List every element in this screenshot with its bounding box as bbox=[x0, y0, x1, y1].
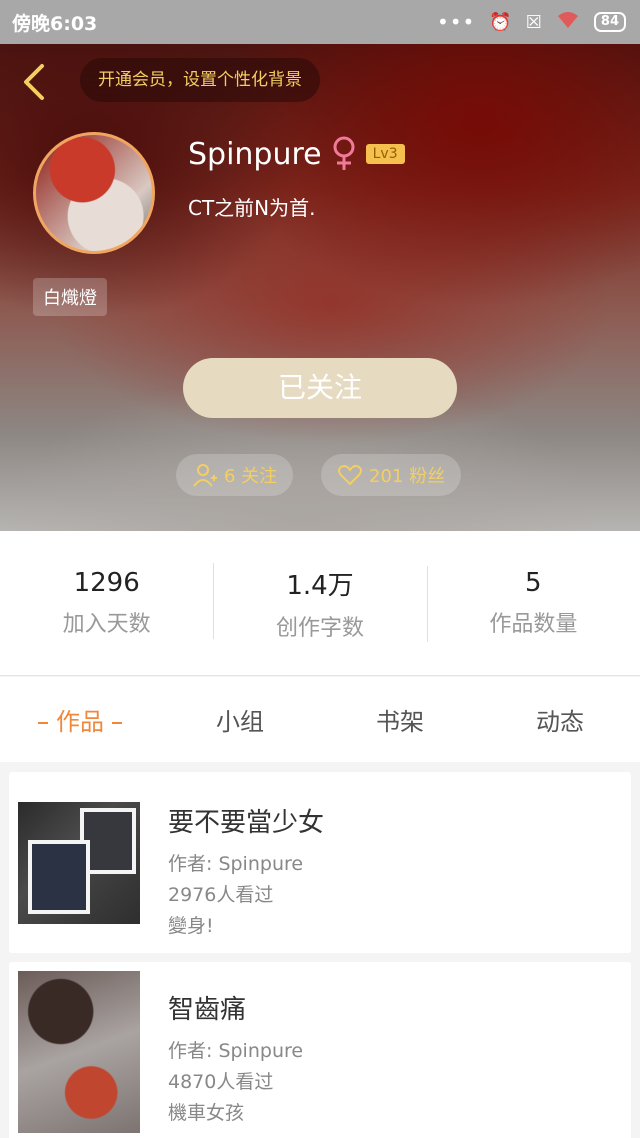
work-views: 4870人看过 bbox=[168, 1071, 274, 1093]
avatar[interactable] bbox=[33, 132, 155, 254]
work-views: 2976人看过 bbox=[168, 884, 274, 906]
tab-label: 作品 bbox=[56, 708, 104, 736]
stat-word-count: 1.4万 创作字数 bbox=[213, 562, 426, 642]
works-list: 要不要當少女 作者: Spinpure 2976人看过 變身! 智齒痛 作者: … bbox=[0, 762, 640, 1138]
fans-label: 201 粉丝 bbox=[369, 466, 446, 487]
following-label: 6 关注 bbox=[224, 466, 278, 487]
user-tag: 白熾燈 bbox=[33, 278, 107, 316]
username-row: Spinpure Lv3 bbox=[188, 136, 405, 172]
username: Spinpure bbox=[188, 136, 322, 172]
following-button[interactable]: 6 关注 bbox=[176, 454, 294, 496]
tab-works[interactable]: 作品 bbox=[0, 702, 160, 737]
female-icon bbox=[333, 136, 355, 170]
work-desc: 變身! bbox=[168, 915, 214, 937]
user-add-icon bbox=[192, 462, 218, 488]
vip-banner[interactable]: 开通会员，设置个性化背景 bbox=[80, 58, 320, 102]
more-dots-icon: ••• bbox=[436, 10, 476, 34]
tab-indicator-left bbox=[38, 722, 48, 724]
status-icons: ••• ⏰ ☒ 84 bbox=[437, 10, 626, 35]
cover-photo bbox=[28, 840, 90, 914]
fans-button[interactable]: 201 粉丝 bbox=[321, 454, 462, 496]
work-desc: 機車女孩 bbox=[168, 1102, 245, 1124]
back-button[interactable] bbox=[18, 62, 54, 102]
level-badge: Lv3 bbox=[365, 144, 405, 164]
tab-groups[interactable]: 小组 bbox=[160, 702, 320, 737]
work-title: 要不要當少女 bbox=[168, 808, 325, 838]
tab-label: 书架 bbox=[376, 708, 424, 736]
work-cover bbox=[18, 971, 140, 1133]
work-cover bbox=[18, 802, 140, 924]
alarm-icon: ⏰ bbox=[489, 11, 512, 33]
stat-label: 创作字数 bbox=[275, 615, 364, 641]
wifi-icon bbox=[556, 10, 580, 35]
tab-bookshelf[interactable]: 书架 bbox=[320, 702, 480, 737]
bio: CT之前N为首. bbox=[188, 196, 316, 220]
profile-header: 开通会员，设置个性化背景 Spinpure Lv3 CT之前N为首. 白熾燈 已… bbox=[0, 44, 640, 531]
tab-label: 小组 bbox=[216, 708, 264, 736]
work-card[interactable]: 智齒痛 作者: Spinpure 4870人看过 機車女孩 bbox=[9, 962, 631, 1138]
stat-works-count: 5 作品数量 bbox=[426, 566, 640, 642]
work-title: 智齒痛 bbox=[168, 995, 247, 1025]
work-info: 智齒痛 作者: Spinpure 4870人看过 機車女孩 bbox=[168, 971, 303, 1129]
work-info: 要不要當少女 作者: Spinpure 2976人看过 變身! bbox=[168, 802, 324, 942]
sim-off-icon: ☒ bbox=[525, 11, 542, 33]
heart-icon bbox=[337, 462, 363, 488]
stat-label: 加入天数 bbox=[62, 612, 151, 637]
stat-label: 作品数量 bbox=[489, 612, 578, 637]
status-bar: 傍晚6:03 ••• ⏰ ☒ 84 bbox=[0, 0, 640, 44]
work-author: 作者: Spinpure bbox=[168, 1040, 304, 1062]
tab-indicator-right bbox=[112, 722, 122, 724]
status-time: 傍晚6:03 bbox=[12, 12, 98, 35]
stat-value: 5 bbox=[525, 568, 542, 598]
stat-value: 1296 bbox=[73, 568, 140, 598]
tab-activity[interactable]: 动态 bbox=[480, 702, 640, 737]
battery-icon: 84 bbox=[593, 12, 626, 32]
stats-row: 1296 加入天数 1.4万 创作字数 5 作品数量 bbox=[0, 531, 640, 676]
tab-bar: 作品 小组 书架 动态 bbox=[0, 677, 640, 762]
work-card[interactable]: 要不要當少女 作者: Spinpure 2976人看过 變身! bbox=[9, 772, 631, 953]
chevron-left-icon bbox=[24, 64, 44, 100]
tab-label: 动态 bbox=[536, 708, 584, 736]
stat-join-days: 1296 加入天数 bbox=[0, 568, 213, 638]
work-author: 作者: Spinpure bbox=[168, 853, 304, 875]
stat-value: 1.4万 bbox=[286, 570, 354, 601]
follow-button[interactable]: 已关注 bbox=[183, 358, 457, 418]
